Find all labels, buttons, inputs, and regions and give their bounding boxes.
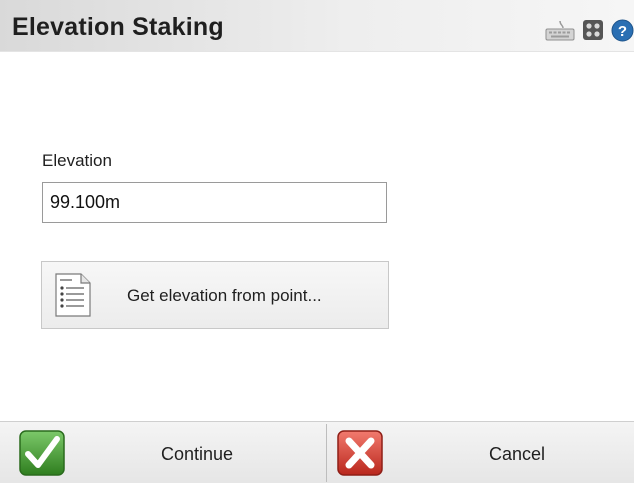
continue-button[interactable]: Continue — [0, 422, 326, 483]
page-title: Elevation Staking — [12, 13, 224, 41]
apps-icon[interactable] — [582, 19, 604, 41]
bottom-action-bar: Continue Cancel — [0, 421, 634, 483]
elevation-field[interactable] — [42, 182, 387, 223]
get-elevation-from-point-label: Get elevation from point... — [127, 286, 322, 305]
checkmark-icon — [19, 430, 65, 476]
cross-icon — [337, 430, 383, 476]
cancel-label: Cancel — [489, 444, 546, 464]
help-glyph: ? — [618, 23, 627, 40]
title-bar: Elevation Staking ? — [0, 0, 634, 52]
elevation-staking-screen: Elevation Staking ? Elevation 99.100m Ge… — [0, 0, 634, 483]
keyboard-icon[interactable] — [545, 19, 575, 41]
help-icon[interactable]: ? — [611, 19, 634, 42]
get-elevation-from-point-button[interactable]: Get elevation from point... — [41, 261, 389, 329]
cancel-button[interactable]: Cancel — [327, 422, 634, 483]
elevation-label: Elevation — [42, 151, 112, 170]
continue-label: Continue — [161, 444, 234, 464]
point-list-icon — [55, 273, 91, 317]
